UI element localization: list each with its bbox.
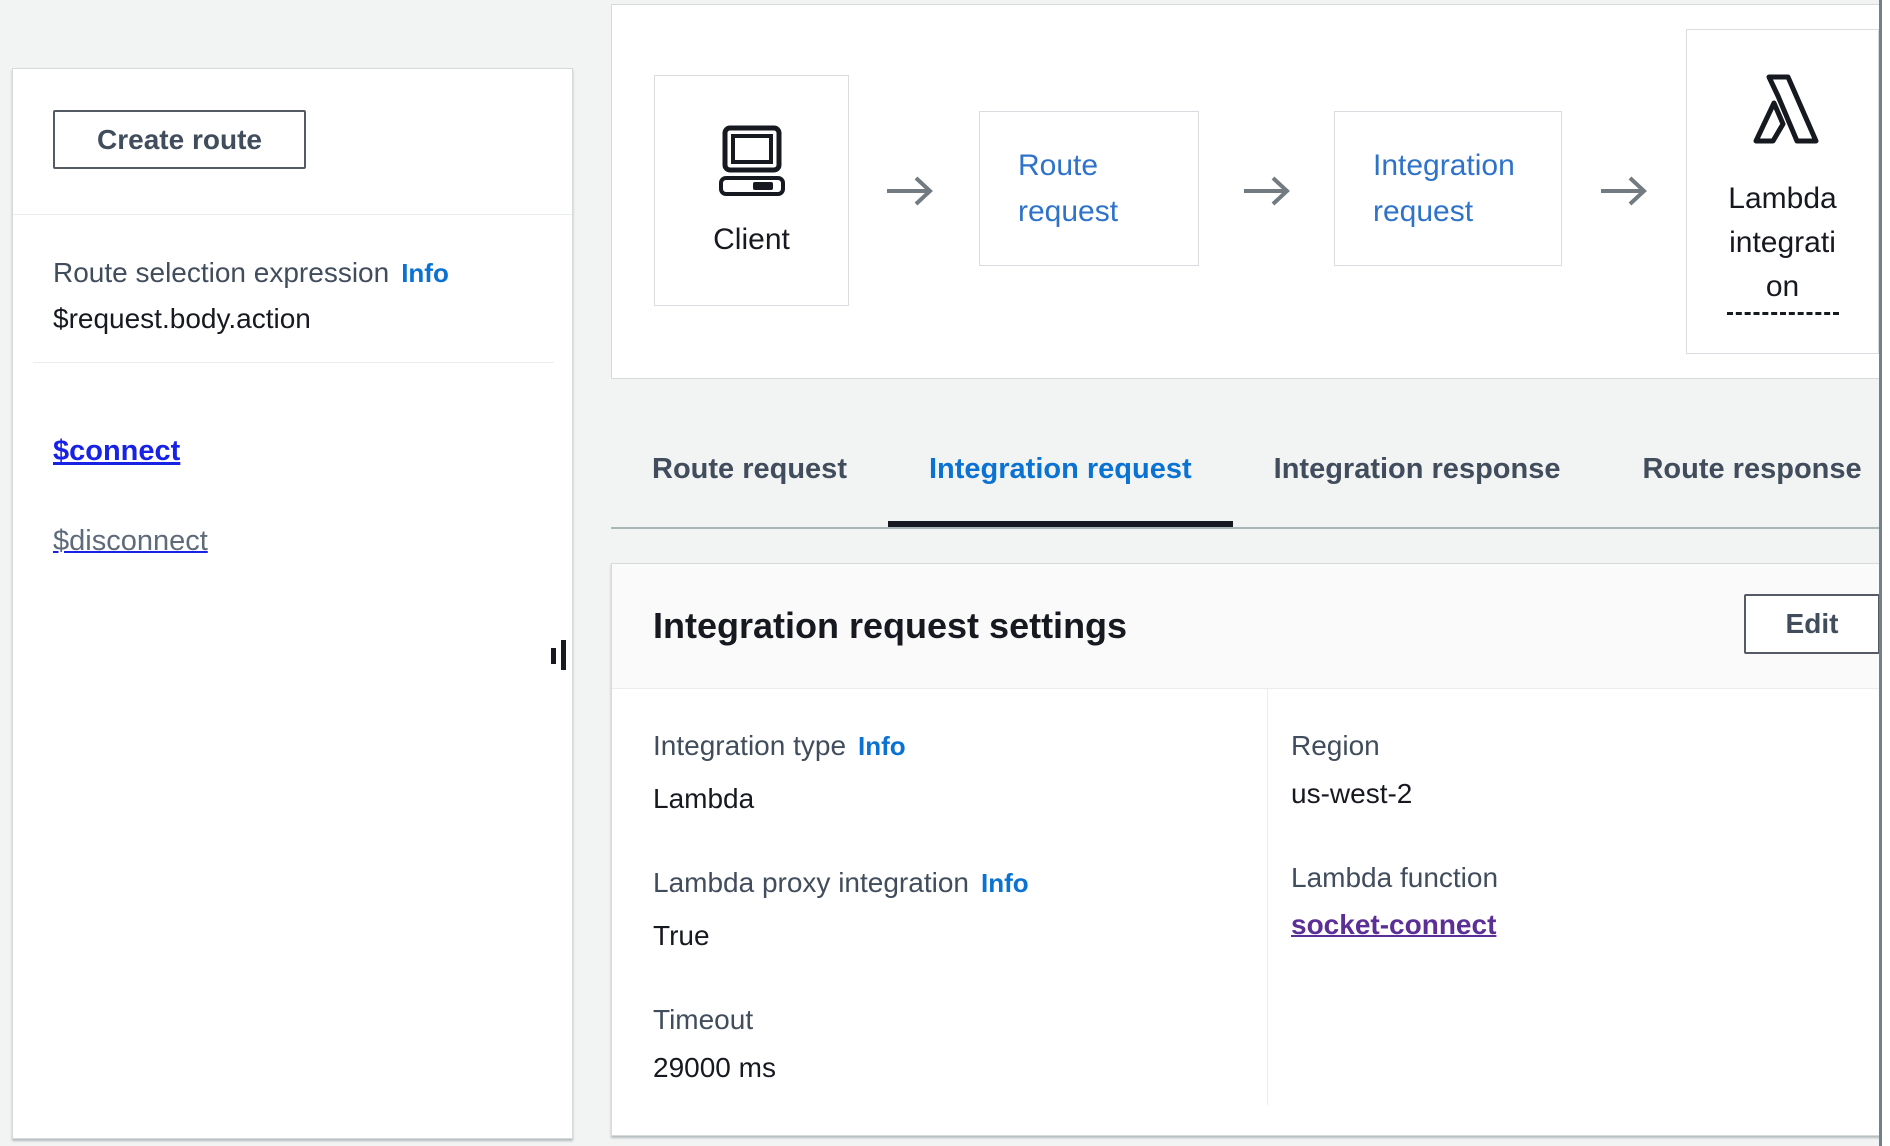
route-flow-diagram: Client Route request Integration request (611, 4, 1890, 379)
flow-arrow-icon (884, 173, 936, 214)
panel-resize-handle-icon[interactable] (549, 637, 571, 673)
tab-route-response[interactable]: Route response (1601, 412, 1890, 527)
client-node: Client (654, 75, 849, 306)
routes-panel: Create route Route selection expressionI… (12, 68, 573, 1139)
route-item-connect[interactable]: $connect (53, 435, 180, 468)
route-item-disconnect[interactable]: $disconnect (53, 525, 208, 558)
field-timeout: Timeout 29000 ms (653, 1003, 1213, 1085)
info-link[interactable]: Info (858, 731, 906, 761)
field-lambda-proxy-integration: Lambda proxy integrationInfo True (653, 866, 1213, 953)
tab-integration-request[interactable]: Integration request (888, 412, 1233, 527)
settings-left-column: Integration typeInfo Lambda Lambda proxy… (653, 729, 1213, 1135)
info-link[interactable]: Info (981, 868, 1029, 898)
flow-arrow-icon (1241, 173, 1293, 214)
route-request-node[interactable]: Route request (979, 111, 1199, 266)
lambda-function-link[interactable]: socket-connect (1291, 909, 1496, 940)
desktop-computer-icon (710, 124, 794, 203)
settings-right-column: Region us-west-2 Lambda function socket-… (1291, 729, 1851, 991)
info-link[interactable]: Info (401, 258, 449, 288)
flow-arrow-icon (1598, 173, 1650, 214)
divider (13, 214, 572, 215)
client-label: Client (713, 223, 790, 257)
integration-request-settings-card: Integration request settings Edit Integr… (611, 563, 1890, 1136)
tabs-baseline (611, 527, 1890, 529)
divider (33, 362, 554, 363)
vertical-scrollbar[interactable] (1879, 0, 1890, 1146)
settings-card-title: Integration request settings (653, 605, 1127, 647)
tab-integration-response[interactable]: Integration response (1233, 412, 1602, 527)
tooltip-dashed-underline (1727, 311, 1839, 315)
integration-tabs: Route request Integration request Integr… (611, 412, 1890, 527)
lambda-integration-node[interactable]: Lambda integrati on (1686, 29, 1879, 354)
lambda-icon (1739, 68, 1827, 161)
edit-button[interactable]: Edit (1744, 594, 1880, 654)
column-divider (1267, 689, 1268, 1105)
field-lambda-function: Lambda function socket-connect (1291, 861, 1851, 941)
field-integration-type: Integration typeInfo Lambda (653, 729, 1213, 816)
settings-card-header: Integration request settings Edit (612, 564, 1889, 689)
field-region: Region us-west-2 (1291, 729, 1851, 811)
integration-request-node[interactable]: Integration request (1334, 111, 1562, 266)
route-selection-expression-value: $request.body.action (53, 303, 311, 335)
route-selection-expression-label: Route selection expressionInfo (53, 257, 449, 289)
create-route-button[interactable]: Create route (53, 110, 306, 169)
tab-route-request[interactable]: Route request (611, 412, 888, 527)
